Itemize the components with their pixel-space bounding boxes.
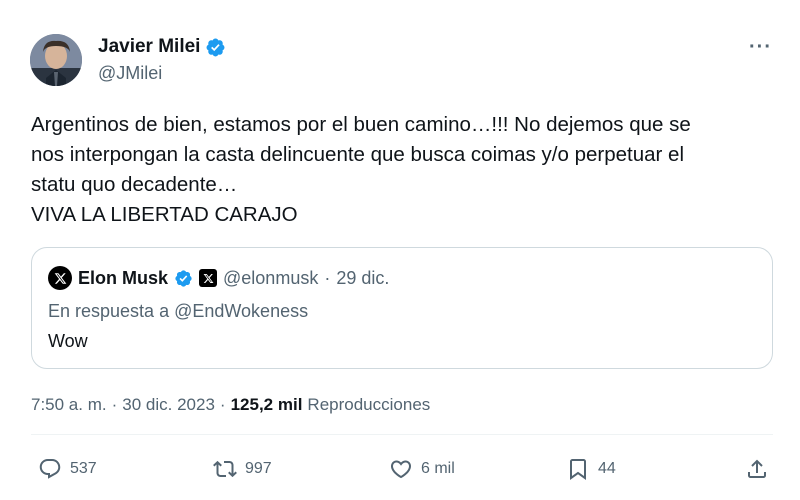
reply-icon — [39, 459, 61, 479]
views-label: Reproducciones — [307, 395, 431, 414]
x-logo-icon — [54, 272, 66, 284]
bookmark-button[interactable]: 44 — [566, 452, 616, 486]
author-name[interactable]: Javier Milei — [98, 36, 226, 58]
tweet-date[interactable]: 30 dic. 2023 — [122, 395, 215, 415]
action-bar: 537 997 6 mil 44 — [0, 452, 800, 486]
tweet-text: Argentinos de bien, estamos por el buen … — [31, 113, 691, 226]
author-handle[interactable]: @JMilei — [98, 62, 162, 84]
tweet-meta: 7:50 a. m. · 30 dic. 2023 · 125,2 mil Re… — [31, 395, 430, 415]
like-button[interactable]: 6 mil — [389, 452, 455, 486]
verified-badge-icon — [175, 269, 192, 287]
author-name-text: Javier Milei — [98, 36, 201, 57]
avatar-image — [30, 34, 82, 86]
quoted-separator: · — [324, 267, 331, 288]
quoted-date: 29 dic. — [336, 267, 390, 288]
bookmark-count: 44 — [598, 460, 616, 477]
affiliation-badge-icon — [199, 269, 218, 287]
quoted-author-name: Elon Musk — [78, 267, 169, 288]
tweet-time[interactable]: 7:50 a. m. — [31, 395, 107, 415]
meta-separator: · — [219, 395, 226, 414]
divider — [31, 434, 773, 435]
quoted-reply-to: En respuesta a @EndWokeness — [48, 301, 309, 321]
quoted-avatar — [48, 266, 72, 290]
quoted-text: Wow — [48, 331, 88, 351]
share-button[interactable] — [745, 452, 769, 486]
views-count: 125,2 mil — [230, 395, 303, 414]
verified-badge-icon — [206, 38, 225, 56]
repost-count: 997 — [245, 460, 272, 477]
reply-button[interactable]: 537 — [38, 452, 97, 486]
heart-icon — [390, 460, 412, 479]
meta-separator: · — [111, 395, 118, 414]
more-options-icon[interactable]: ··· — [749, 36, 772, 59]
quoted-author-handle: @elonmusk — [223, 267, 319, 288]
quoted-tweet-header: Elon Musk @elonmusk · 29 dic. — [48, 266, 389, 290]
like-count: 6 mil — [421, 460, 455, 477]
bookmark-icon — [570, 459, 586, 480]
repost-button[interactable]: 997 — [213, 452, 272, 486]
avatar[interactable] — [30, 34, 82, 86]
share-icon — [748, 459, 766, 478]
reply-count: 537 — [70, 460, 97, 477]
quoted-tweet[interactable]: Elon Musk @elonmusk · 29 dic. En respues… — [31, 247, 773, 369]
repost-icon — [213, 460, 237, 478]
